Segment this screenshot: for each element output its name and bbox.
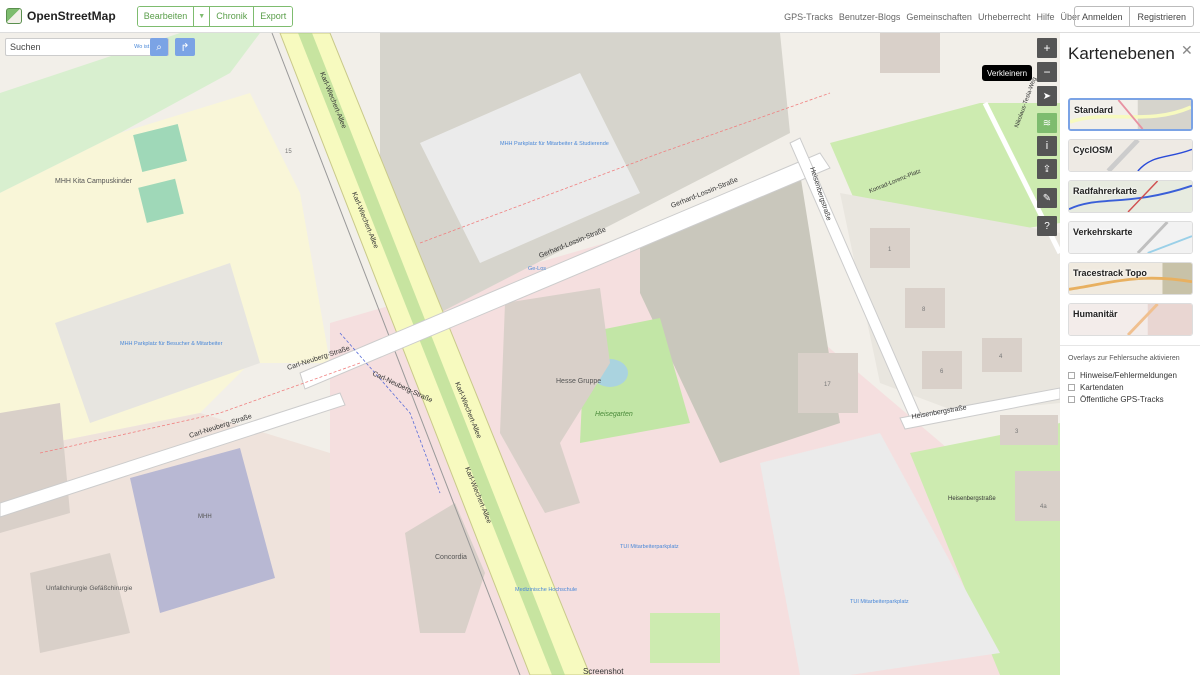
close-icon[interactable]: ✕ xyxy=(1181,42,1193,59)
zoom-in-icon[interactable]: + xyxy=(1037,38,1057,58)
zoom-out-tooltip: Verkleinern xyxy=(982,65,1032,81)
overlay-gps-tracks-checkbox[interactable] xyxy=(1068,396,1075,403)
locate-icon[interactable]: ➤ xyxy=(1037,86,1057,106)
layer-standard-label: Standard xyxy=(1074,105,1113,115)
overlay-gps-tracks[interactable]: Öffentliche GPS-Tracks xyxy=(1068,395,1164,404)
panel-divider xyxy=(1060,345,1200,346)
osm-logo-icon xyxy=(6,8,22,24)
overlay-gps-tracks-label: Öffentliche GPS-Tracks xyxy=(1080,395,1164,404)
search-submit-icon[interactable]: ⌕ xyxy=(150,38,168,56)
building-1 xyxy=(870,228,910,268)
layers-panel-title: Kartenebenen xyxy=(1068,44,1180,64)
export-button[interactable]: Export xyxy=(254,7,292,26)
layers-panel: Kartenebenen ✕ Standard CyclOSM Radfahre… xyxy=(1060,33,1200,675)
map-canvas[interactable]: Karl-Wiechert-Allee Karl-Wiechert-Allee … xyxy=(0,33,1060,675)
map-rendering xyxy=(0,33,1060,675)
edit-button-group: Bearbeiten ▼ Chronik Export xyxy=(137,6,294,27)
building-3 xyxy=(1000,415,1058,445)
overlay-map-data-checkbox[interactable] xyxy=(1068,384,1075,391)
building-top-right xyxy=(880,33,940,73)
sports-field-3 xyxy=(650,613,720,663)
layer-cyclosm[interactable]: CyclOSM xyxy=(1068,139,1193,172)
nav-help[interactable]: Hilfe xyxy=(1036,12,1054,22)
info-icon[interactable]: i xyxy=(1037,136,1057,156)
logo-text: OpenStreetMap xyxy=(27,9,116,23)
history-button[interactable]: Chronik xyxy=(210,7,254,26)
osm-logo[interactable]: OpenStreetMap xyxy=(6,8,116,24)
nav-communities[interactable]: Gemeinschaften xyxy=(906,12,972,22)
layer-tracestrack-label: Tracestrack Topo xyxy=(1073,268,1147,278)
layer-humanitarian[interactable]: Humanitär xyxy=(1068,303,1193,336)
layer-transport-label: Verkehrskarte xyxy=(1073,227,1133,237)
layer-tracestrack[interactable]: Tracestrack Topo xyxy=(1068,262,1193,295)
building-6 xyxy=(922,351,962,389)
layer-humanitarian-label: Humanitär xyxy=(1073,309,1118,319)
login-button[interactable]: Anmelden xyxy=(1075,7,1131,26)
overlay-notes-label: Hinweise/Fehlermeldungen xyxy=(1080,371,1177,380)
building-4 xyxy=(982,338,1022,372)
top-header: OpenStreetMap Bearbeiten ▼ Chronik Expor… xyxy=(0,0,1200,33)
layer-standard[interactable]: Standard xyxy=(1068,98,1193,131)
nav-user-blogs[interactable]: Benutzer-Blogs xyxy=(839,12,901,22)
overlay-notes-checkbox[interactable] xyxy=(1068,372,1075,379)
overlay-notes[interactable]: Hinweise/Fehlermeldungen xyxy=(1068,371,1177,380)
layer-cyclosm-label: CyclOSM xyxy=(1073,145,1113,155)
directions-icon[interactable]: ↱ xyxy=(175,38,195,56)
query-features-icon[interactable]: ? xyxy=(1037,216,1057,236)
overlay-map-data[interactable]: Kartendaten xyxy=(1068,383,1124,392)
building-17 xyxy=(798,353,858,413)
zoom-out-icon[interactable]: − xyxy=(1037,62,1057,82)
nav-gps-tracks[interactable]: GPS-Tracks xyxy=(784,12,833,22)
overlay-map-data-label: Kartendaten xyxy=(1080,383,1124,392)
nav-copyright[interactable]: Urheberrecht xyxy=(978,12,1031,22)
layer-cycle-map[interactable]: Radfahrerkarte xyxy=(1068,180,1193,213)
layer-transport[interactable]: Verkehrskarte xyxy=(1068,221,1193,254)
search-input[interactable]: Suchen xyxy=(6,42,134,52)
search-box[interactable]: Suchen Wo ist dies? xyxy=(5,38,169,56)
share-icon[interactable]: ⇪ xyxy=(1037,159,1057,179)
add-note-icon[interactable]: ✎ xyxy=(1037,188,1057,208)
building-8 xyxy=(905,288,945,328)
register-button[interactable]: Registrieren xyxy=(1130,7,1193,26)
edit-button[interactable]: Bearbeiten xyxy=(138,7,195,26)
overlay-section-title: Overlays zur Fehlersuche aktivieren xyxy=(1068,355,1180,362)
main-nav: GPS-Tracks Benutzer-Blogs Gemeinschaften… xyxy=(778,0,1080,33)
edit-dropdown-caret-icon[interactable]: ▼ xyxy=(194,7,210,26)
auth-buttons: Anmelden Registrieren xyxy=(1074,6,1194,27)
layers-icon[interactable]: ≋ xyxy=(1037,113,1057,133)
layer-cycle-map-label: Radfahrerkarte xyxy=(1073,186,1137,196)
building-4a xyxy=(1015,471,1060,521)
